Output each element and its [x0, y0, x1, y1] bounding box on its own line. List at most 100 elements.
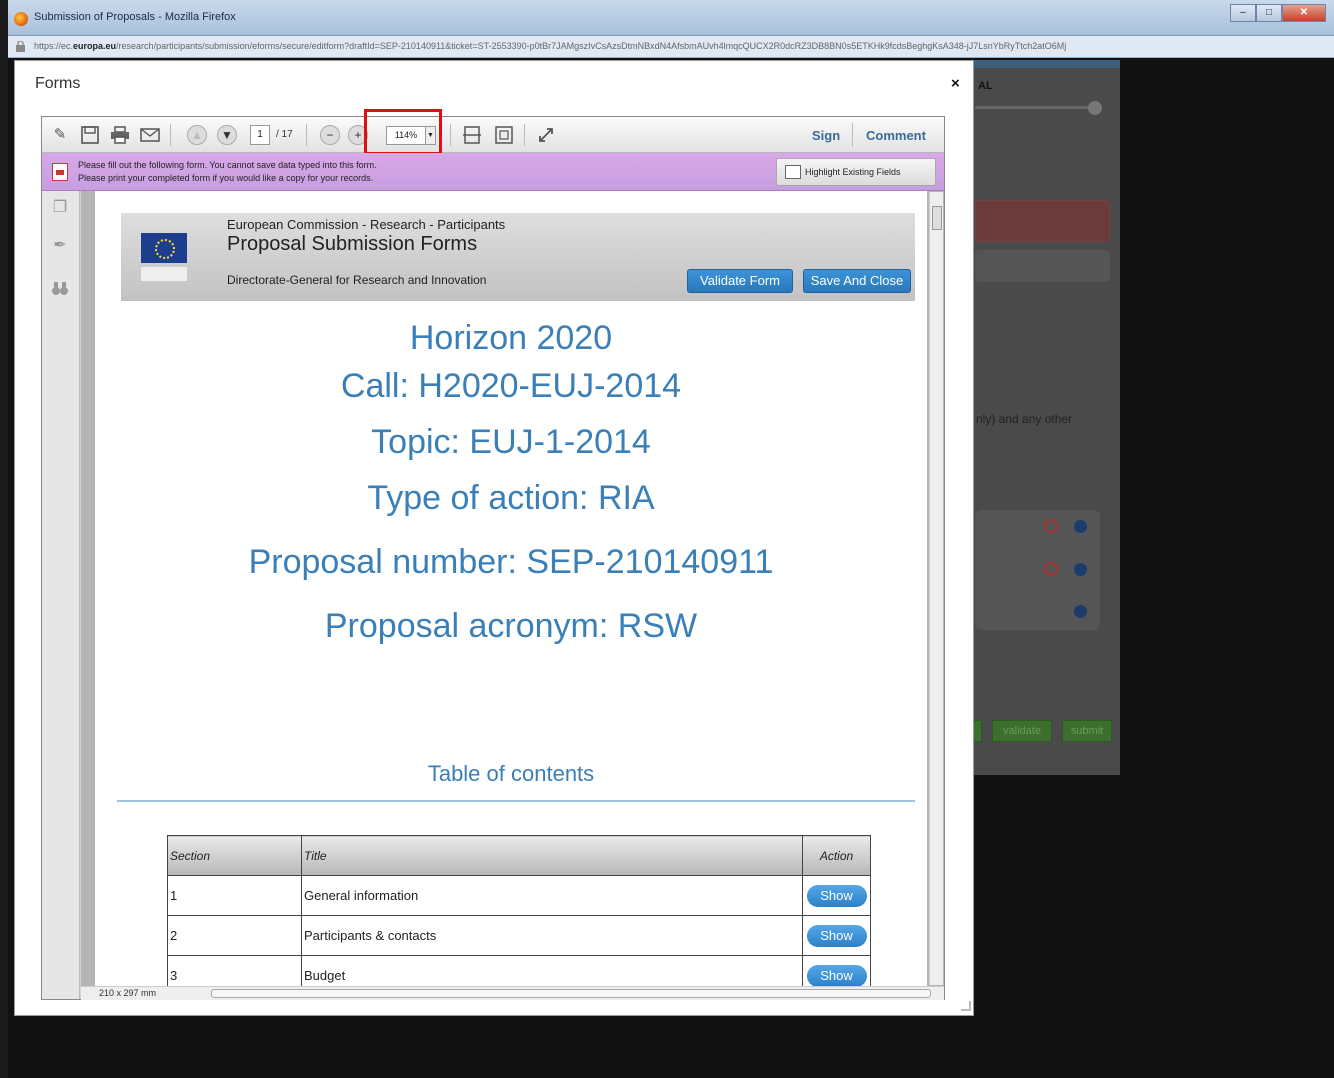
toc-section-number: 3 [167, 955, 302, 986]
toc-section-number: 2 [167, 915, 302, 956]
background-text-fragment: nly) and any other [976, 412, 1073, 426]
highlight-fields-label: Highlight Existing Fields [805, 167, 901, 177]
toc-table: Section Title Action 1 General informati… [167, 835, 871, 986]
validate-form-button[interactable]: Validate Form [687, 269, 793, 293]
toc-action-cell: Show [802, 875, 871, 916]
show-participants-button[interactable]: Show [806, 924, 867, 947]
page-total: / 17 [276, 129, 293, 140]
topic-title: Topic: EUJ-1-2014 [371, 423, 651, 461]
firefox-logo-icon [14, 12, 28, 26]
attachment-icon[interactable]: ✒ [51, 237, 69, 255]
fit-width-icon[interactable] [462, 125, 482, 145]
background-submit-button: submit [1062, 720, 1112, 742]
eu-flag-logo [141, 233, 187, 263]
toolbar-separator [306, 124, 307, 146]
proposal-number-title: Proposal number: SEP-210140911 [248, 543, 774, 581]
toc-header-section: Section [167, 835, 302, 876]
toc-section-title: General information [301, 875, 803, 916]
page-number-input[interactable]: 1 [250, 125, 270, 145]
comment-button[interactable]: Comment [866, 128, 926, 143]
table-row: 1 General information Show [167, 875, 871, 916]
toolbar-separator [170, 124, 171, 146]
binoculars-icon[interactable] [51, 279, 69, 297]
address-bar[interactable]: https://ec.europa.eu/research/participan… [8, 36, 1334, 58]
toc-title: Table of contents [427, 761, 595, 786]
call-title: Call: H2020-EUJ-2014 [340, 367, 682, 405]
programme-title: Horizon 2020 [409, 319, 613, 357]
notice-line-1: Please fill out the following form. You … [78, 160, 377, 170]
next-page-icon[interactable]: ▼ [217, 125, 237, 145]
show-budget-button[interactable]: Show [806, 964, 867, 986]
info-icon [1074, 563, 1087, 576]
toc-action-cell: Show [802, 955, 871, 986]
dialog-close-button[interactable]: × [951, 75, 960, 92]
zoom-out-icon[interactable]: − [320, 125, 340, 145]
full-screen-icon[interactable] [536, 125, 556, 145]
page-size-label: 210 x 297 mm [99, 988, 157, 998]
pdf-status-bar: 210 x 297 mm [81, 986, 944, 1000]
table-row: 2 Participants & contacts Show [167, 915, 871, 956]
pages-panel-icon[interactable]: ❐ [51, 199, 69, 217]
toc-section-number: 1 [167, 875, 302, 916]
document-header: European Commission - Research - Partici… [121, 213, 915, 301]
resize-grip-icon[interactable] [961, 1001, 971, 1011]
maximize-button[interactable]: □ [1256, 4, 1282, 22]
window-controls: ‒ □ ✕ [1230, 4, 1326, 22]
forms-dialog: Forms × ✎ ▲ ▼ 1 / 17 − + 114% ▼ Sign Com… [14, 60, 974, 1016]
vertical-scrollbar[interactable] [929, 192, 943, 985]
pdf-page: European Commission - Research - Partici… [95, 191, 927, 986]
toc-section-title: Participants & contacts [301, 915, 803, 956]
email-icon[interactable] [140, 125, 160, 145]
toc-divider [117, 800, 915, 802]
previous-page-icon[interactable]: ▲ [187, 125, 207, 145]
proposal-acronym-title: Proposal acronym: RSW [324, 607, 698, 645]
fit-page-icon[interactable] [494, 125, 514, 145]
info-icon [1074, 520, 1087, 533]
european-commission-logo [141, 267, 187, 281]
horizontal-scrollbar[interactable] [211, 989, 931, 998]
toolbar-separator [524, 124, 525, 146]
toc-header-action: Action [802, 835, 871, 876]
print-icon[interactable] [110, 125, 130, 145]
close-window-button[interactable]: ✕ [1282, 4, 1326, 22]
edit-icon[interactable]: ✎ [50, 125, 70, 145]
table-row: 3 Budget Show [167, 955, 871, 986]
dialog-title: Forms [35, 75, 81, 92]
toc-header-row: Section Title Action [167, 835, 871, 876]
toc-action-cell: Show [802, 915, 871, 956]
highlight-existing-fields-button[interactable]: Highlight Existing Fields [776, 158, 936, 186]
toc-header-title: Title [301, 835, 803, 876]
zoom-highlight-annotation [364, 109, 442, 155]
show-general-information-button[interactable]: Show [806, 884, 867, 907]
error-icon [1044, 562, 1058, 576]
header-title: Proposal Submission Forms [227, 233, 478, 255]
save-and-close-button[interactable]: Save And Close [803, 269, 911, 293]
sign-button[interactable]: Sign [812, 128, 840, 143]
save-icon[interactable] [80, 125, 100, 145]
toolbar-separator [450, 124, 451, 146]
window-title: Submission of Proposals - Mozilla Firefo… [34, 11, 236, 23]
header-dg: Directorate-General for Research and Inn… [227, 273, 487, 287]
background-validate-button: validate [992, 720, 1052, 742]
background-slider-knob [1088, 101, 1102, 115]
notice-line-2: Please print your completed form if you … [78, 173, 374, 183]
pdf-viewer: ✎ ▲ ▼ 1 / 17 − + 114% ▼ Sign Comment Ple… [41, 109, 945, 1000]
pdf-form-icon [52, 163, 68, 181]
lock-icon [16, 41, 25, 52]
toolbar-separator [852, 123, 853, 147]
info-icon [1074, 605, 1087, 618]
minimize-button[interactable]: ‒ [1230, 4, 1256, 22]
header-org-line: European Commission - Research - Partici… [227, 217, 506, 232]
background-header-fragment: AL [978, 80, 993, 92]
pdf-sidebar: ❐ ✒ [42, 191, 80, 999]
vertical-scroll-thumb[interactable] [932, 206, 942, 230]
highlight-fields-icon [785, 165, 801, 179]
form-notice-bar: Please fill out the following form. You … [42, 153, 944, 191]
error-icon [1044, 519, 1058, 533]
window-titlebar: Submission of Proposals - Mozilla Firefo… [8, 0, 1334, 36]
url-text[interactable]: https://ec.europa.eu/research/participan… [34, 41, 1314, 51]
background-box [975, 250, 1110, 282]
background-alert-box [975, 200, 1110, 242]
action-type-title: Type of action: RIA [367, 479, 655, 517]
document-area[interactable]: European Commission - Research - Partici… [81, 191, 944, 986]
